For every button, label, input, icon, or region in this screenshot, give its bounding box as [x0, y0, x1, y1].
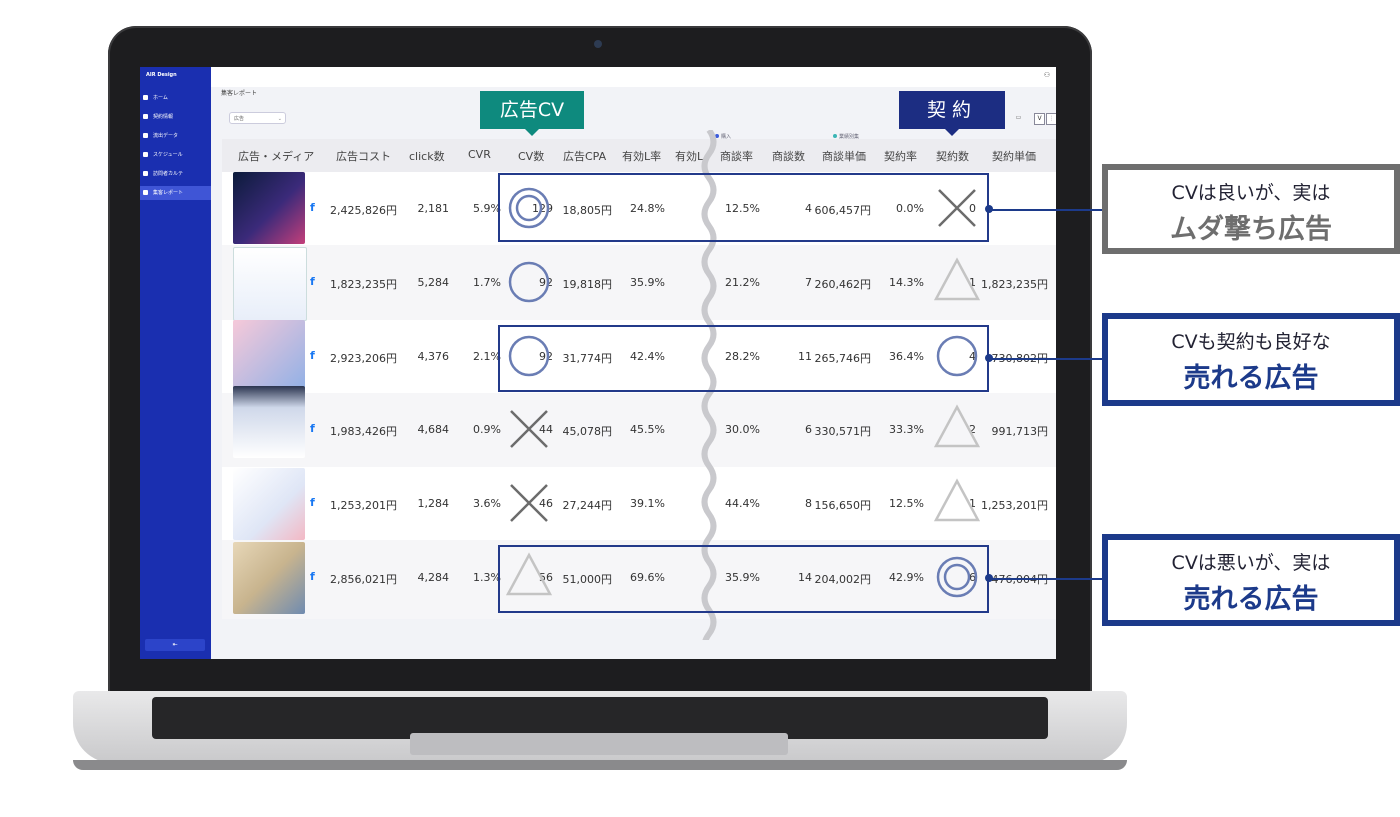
highlight-box-row-3: [498, 325, 989, 392]
tag-contract: 契約: [899, 91, 1005, 136]
contract-triangle-mark: [933, 478, 981, 522]
callout-hidden-seller: CVは悪いが、実は 売れる広告: [1102, 534, 1400, 626]
connector-dot: [985, 205, 993, 213]
callout-good-ad: CVも契約も良好な 売れる広告: [1102, 313, 1400, 406]
highlight-box-row-6: [498, 545, 989, 613]
callout-connector: [989, 578, 1102, 580]
callout-connector: [989, 209, 1102, 211]
cv-cross-mark: [510, 484, 548, 522]
tag-ad-cv: 広告CV: [480, 91, 584, 136]
laptop-base-edge: [73, 760, 1127, 770]
trackpad: [410, 733, 788, 755]
callout-connector: [989, 358, 1102, 360]
contract-triangle-mark: [933, 404, 981, 448]
connector-dot: [985, 574, 993, 582]
contract-triangle-mark: [933, 257, 981, 301]
cv-circle-mark: [508, 261, 550, 303]
callout-wasted-ad: CVは良いが、実は ムダ撃ち広告: [1102, 164, 1400, 254]
connector-dot: [985, 354, 993, 362]
highlight-box-row-1: [498, 173, 989, 242]
cv-cross-mark: [510, 410, 548, 448]
